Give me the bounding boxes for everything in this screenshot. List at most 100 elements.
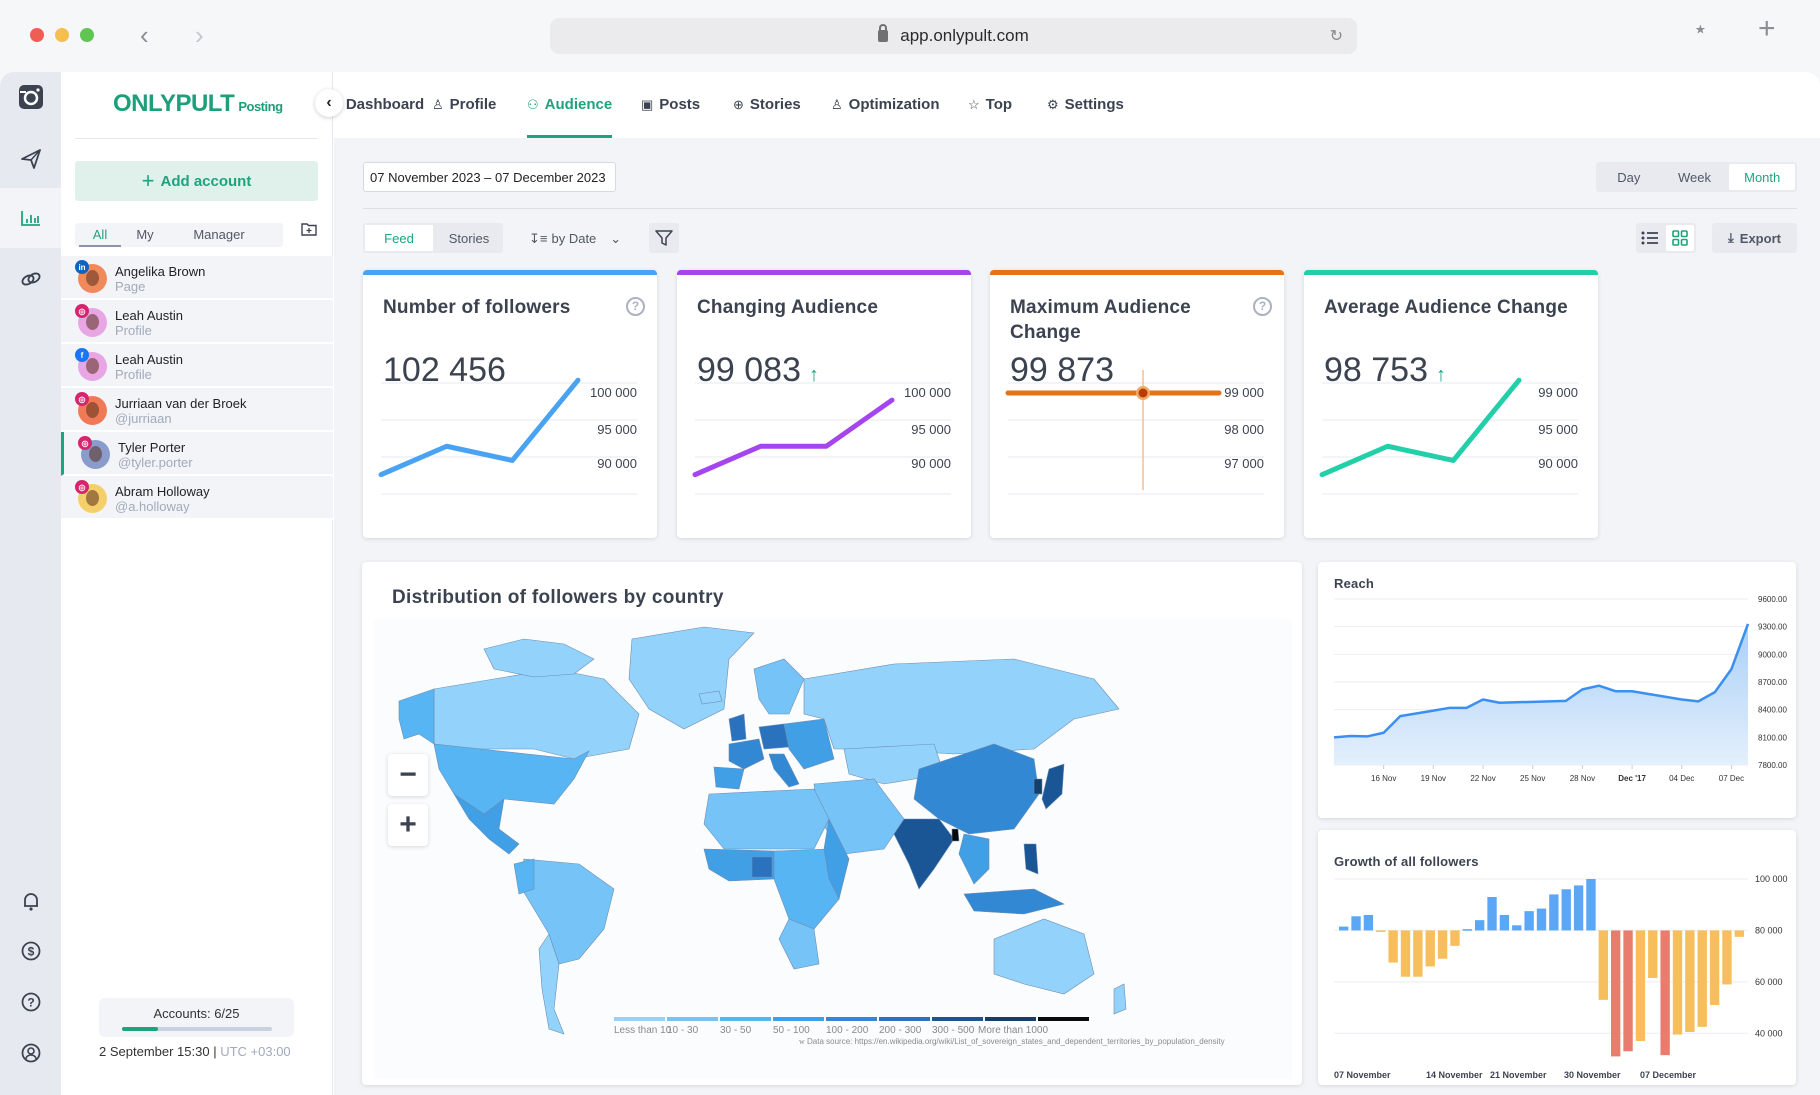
growth-bar[interactable] — [1499, 915, 1510, 931]
growth-bar[interactable] — [1351, 916, 1361, 931]
help-icon[interactable]: ? — [0, 977, 61, 1027]
send-icon[interactable] — [0, 134, 61, 184]
period-week[interactable]: Week — [1662, 162, 1728, 192]
account-item[interactable]: f Leah Austin Profile — [61, 344, 333, 388]
growth-bar[interactable] — [1512, 925, 1522, 931]
tab-settings[interactable]: ⚙ Settings — [1047, 96, 1124, 138]
share-icon[interactable]: ⭑ — [1695, 18, 1706, 41]
growth-bar[interactable] — [1425, 930, 1435, 967]
date-range-picker[interactable]: 07 November 2023 – 07 December 2023 — [363, 162, 616, 192]
y-tick-label: 100 000 — [1755, 874, 1788, 884]
growth-bar[interactable] — [1363, 915, 1374, 931]
period-month[interactable]: Month — [1729, 164, 1796, 190]
growth-bar[interactable] — [1388, 930, 1398, 963]
filter-tab-all[interactable]: All — [79, 223, 121, 247]
divider — [75, 138, 318, 139]
tab-profile[interactable]: ♙ Profile — [432, 96, 496, 138]
growth-bar[interactable] — [1450, 930, 1460, 946]
map-zoom-in-button[interactable]: + — [388, 804, 428, 846]
growth-bar[interactable] — [1598, 930, 1608, 1000]
sort-dropdown[interactable]: ↧≡ by Date ⌄ — [529, 231, 621, 247]
back-icon[interactable]: ‹ — [140, 20, 149, 51]
dollar-icon[interactable]: $ — [0, 926, 61, 976]
account-item[interactable]: in Angelika Brown Page — [61, 256, 333, 300]
minimize-window-button[interactable] — [55, 28, 69, 42]
growth-bar[interactable] — [1586, 879, 1596, 931]
new-tab-icon[interactable]: + — [1758, 12, 1776, 46]
map-svg — [398, 626, 1127, 1035]
tab-label: Profile — [449, 96, 497, 113]
map-zoom-out-button[interactable]: − — [388, 754, 428, 796]
sort-label: by Date — [551, 231, 597, 246]
close-window-button[interactable] — [30, 28, 44, 42]
collapse-sidebar-button[interactable]: ‹ — [315, 89, 343, 117]
add-account-button[interactable]: + Add account — [75, 161, 318, 201]
tab-audience[interactable]: ⚇ Audience — [527, 96, 613, 138]
quota-progress — [122, 1027, 272, 1031]
growth-bar[interactable] — [1524, 911, 1534, 931]
growth-bar[interactable] — [1487, 897, 1497, 931]
accounts-quota: Accounts: 6/25 — [99, 998, 294, 1037]
tab-top[interactable]: ☆ Top — [968, 96, 1012, 138]
growth-bar[interactable] — [1672, 930, 1683, 1035]
bell-icon[interactable] — [0, 876, 61, 926]
forward-icon[interactable]: › — [195, 20, 204, 51]
filter-tab-my[interactable]: My — [121, 223, 169, 247]
growth-bar[interactable] — [1536, 908, 1547, 931]
growth-bar[interactable] — [1561, 889, 1571, 931]
growth-bar[interactable] — [1734, 930, 1744, 937]
growth-bar[interactable] — [1722, 930, 1732, 985]
growth-bar[interactable] — [1413, 930, 1423, 977]
period-toggle: Day Week Month — [1596, 162, 1797, 192]
world-map[interactable]: − + Less than 10 10 - 30 30 - 50 50 - 100 10… — [374, 619, 1292, 1079]
link-icon[interactable] — [0, 254, 61, 304]
maximize-window-button[interactable] — [80, 28, 94, 42]
add-folder-icon[interactable] — [301, 222, 317, 239]
tab-optimization[interactable]: ♙ Optimization — [831, 96, 939, 138]
tab-stories[interactable]: ⊕ Stories — [733, 96, 801, 138]
analytics-icon[interactable] — [0, 188, 61, 248]
hover-marker[interactable] — [1138, 388, 1148, 398]
growth-bar[interactable] — [1462, 929, 1472, 931]
account-item[interactable]: ◎ Tyler Porter @tyler.porter — [61, 432, 333, 476]
country-greenland — [628, 626, 755, 730]
growth-bar[interactable] — [1549, 894, 1559, 931]
account-item[interactable]: ◎ Leah Austin Profile — [61, 300, 333, 344]
growth-bar[interactable] — [1400, 930, 1411, 977]
growth-bar[interactable] — [1648, 930, 1658, 978]
logo[interactable]: ONLYPULT Posting — [113, 90, 283, 118]
map-title: Distribution of followers by country — [392, 587, 724, 608]
growth-bar[interactable] — [1623, 930, 1633, 1052]
growth-bar[interactable] — [1376, 930, 1386, 932]
series-line — [378, 377, 581, 478]
instagram-icon[interactable] — [0, 72, 61, 122]
tab-dashboard[interactable]: ⌁Dashboard — [332, 96, 424, 138]
export-button[interactable]: ⤓ Export — [1712, 223, 1797, 253]
user-icon[interactable] — [0, 1028, 61, 1078]
filter-tab-manager[interactable]: Manager — [169, 223, 269, 247]
period-day[interactable]: Day — [1596, 162, 1662, 192]
country-north-africa — [703, 788, 830, 850]
growth-bar[interactable] — [1437, 930, 1448, 959]
address-bar[interactable]: app.onlypult.com ↻ — [550, 18, 1357, 54]
reload-icon[interactable]: ↻ — [1330, 26, 1343, 46]
growth-bar[interactable] — [1573, 885, 1584, 931]
feed-tab[interactable]: Feed — [365, 225, 433, 251]
growth-bar[interactable] — [1709, 930, 1720, 1005]
account-type: @a.holloway — [115, 499, 190, 514]
grid-view-icon[interactable] — [1666, 225, 1694, 251]
tab-posts[interactable]: ▣ Posts — [641, 96, 700, 138]
account-item[interactable]: ◎ Jurriaan van der Broek @jurriaan — [61, 388, 333, 432]
growth-bar[interactable] — [1635, 930, 1646, 1041]
growth-bar[interactable] — [1475, 920, 1485, 931]
growth-bar[interactable] — [1697, 930, 1707, 1027]
growth-bar[interactable] — [1685, 930, 1695, 1032]
growth-bar[interactable] — [1611, 930, 1621, 1057]
growth-bar[interactable] — [1660, 930, 1670, 1056]
stories-tab[interactable]: Stories — [435, 223, 503, 253]
list-view-icon[interactable] — [1636, 223, 1664, 253]
account-item[interactable]: ◎ Abram Holloway @a.holloway — [61, 476, 333, 520]
growth-bar[interactable] — [1339, 926, 1349, 931]
account-name: Tyler Porter — [118, 440, 186, 455]
filter-button[interactable] — [649, 223, 679, 253]
